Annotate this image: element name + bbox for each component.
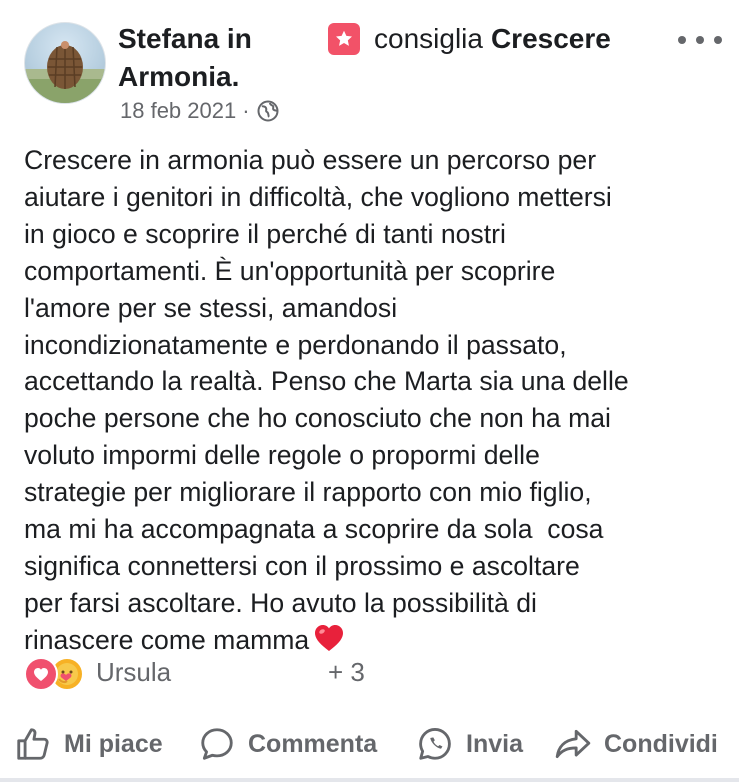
recommendation: consiglia Crescere [328, 20, 611, 58]
globe-icon [257, 100, 279, 122]
reaction-icons [24, 654, 90, 691]
share-button[interactable]: Condividi [554, 718, 718, 770]
send-button[interactable]: Invia [416, 718, 523, 770]
love-reaction-icon [24, 657, 58, 691]
author-name[interactable]: Stefana in Armonia. [118, 20, 298, 96]
recommend-star-icon [328, 23, 360, 55]
author-avatar[interactable] [24, 22, 106, 104]
divider [0, 778, 739, 782]
recommend-verb: consiglia [374, 23, 483, 54]
like-label: Mi piace [64, 729, 163, 758]
reactions-bar[interactable]: Ursula + 3 [24, 654, 714, 691]
more-icon[interactable] [678, 28, 722, 52]
recommended-page-link[interactable]: Crescere [491, 20, 611, 58]
post-text: Crescere in armonia può essere un percor… [24, 145, 629, 655]
reaction-count[interactable]: + 3 [328, 657, 365, 688]
reaction-user-name[interactable]: Ursula [96, 657, 171, 688]
like-icon [17, 728, 49, 760]
share-label: Condividi [604, 729, 718, 758]
post-actions: Mi piace Commenta Invia Condividi [0, 718, 739, 770]
meta-separator: · [242, 98, 250, 123]
post-body: Crescere in armonia può essere un percor… [24, 142, 724, 663]
post-meta: 18 feb 2021 · [120, 98, 280, 124]
post-date[interactable]: 18 feb 2021 [120, 98, 236, 124]
share-icon [555, 729, 591, 759]
send-label: Invia [466, 729, 523, 758]
like-button[interactable]: Mi piace [14, 718, 163, 770]
comment-label: Commenta [248, 729, 378, 758]
whatsapp-icon [419, 728, 451, 760]
comment-icon [201, 728, 233, 760]
comment-button[interactable]: Commenta [198, 718, 377, 770]
